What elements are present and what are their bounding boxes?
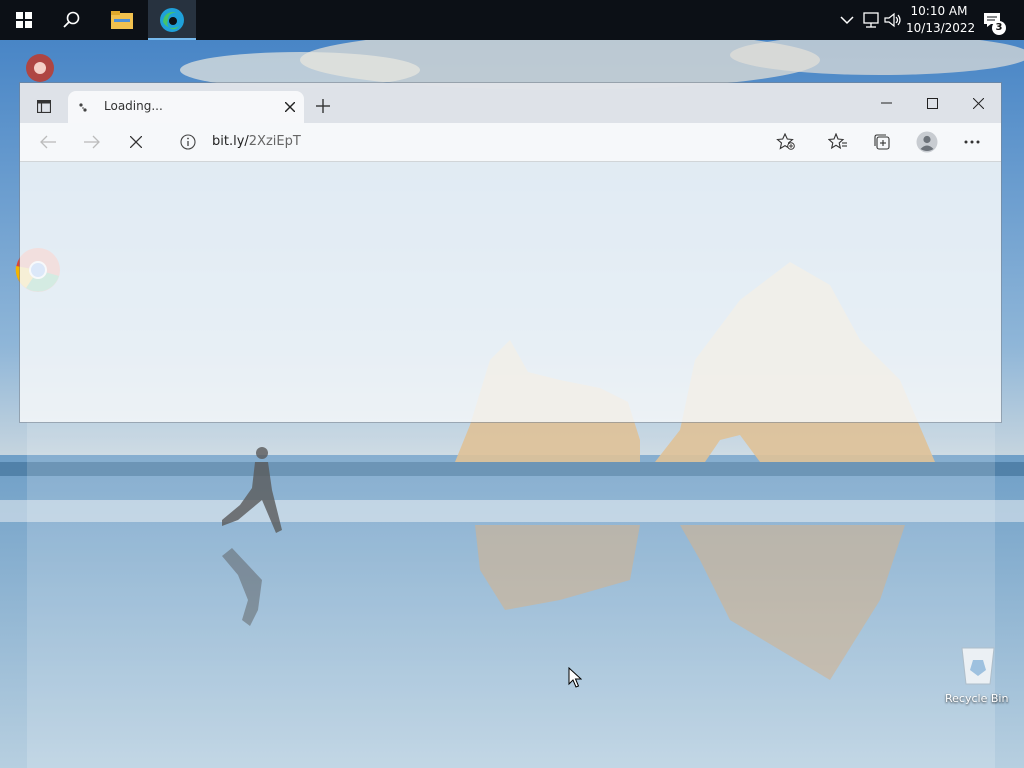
close-icon: [285, 102, 295, 112]
taskbar-clock[interactable]: 10:10 AM 10/13/2022: [906, 3, 976, 37]
stop-loading-button[interactable]: [120, 127, 152, 157]
collections-button[interactable]: [866, 127, 898, 157]
start-button[interactable]: [0, 0, 48, 40]
clock-time: 10:10 AM: [910, 4, 968, 18]
edge-browser-window: Loading... bit.ly/2XziEpT: [20, 83, 1001, 422]
search-icon: [63, 11, 80, 28]
tray-volume[interactable]: [884, 11, 902, 29]
minimize-button[interactable]: [863, 83, 909, 123]
browser-titlebar[interactable]: Loading...: [20, 83, 1001, 123]
search-button[interactable]: [48, 0, 96, 40]
notification-badge: 3: [992, 21, 1006, 35]
favorites-icon: [828, 133, 847, 150]
close-window-button[interactable]: [955, 83, 1001, 123]
edge-taskbar-button[interactable]: [148, 0, 196, 40]
add-favorite-button[interactable]: [770, 127, 802, 157]
file-explorer-icon: [111, 11, 133, 29]
collections-icon: [874, 134, 890, 150]
volume-icon: [884, 12, 901, 28]
forward-button[interactable]: [76, 127, 108, 157]
tray-chevron[interactable]: [838, 11, 856, 29]
maximize-icon: [926, 97, 938, 109]
avatar-icon: [916, 131, 938, 153]
site-info-icon: [180, 134, 196, 150]
gear-icon: [26, 54, 54, 82]
chevron-up-icon: [840, 16, 854, 25]
tab-actions-button[interactable]: [30, 93, 58, 119]
browser-toolbar: bit.ly/2XziEpT: [20, 123, 1001, 162]
address-bar[interactable]: bit.ly/2XziEpT: [166, 127, 806, 157]
clock-date: 10/13/2022: [906, 21, 976, 35]
tab-title: Loading...: [104, 99, 163, 113]
url-text: bit.ly/2XziEpT: [212, 134, 301, 149]
url-host: bit.ly/: [212, 134, 249, 149]
forward-arrow-icon: [84, 135, 100, 149]
settings-more-button[interactable]: [956, 127, 988, 157]
tray-network[interactable]: [862, 11, 880, 29]
minimize-icon: [880, 102, 892, 104]
profile-button[interactable]: [911, 127, 943, 157]
plus-icon: [316, 99, 330, 113]
mouse-cursor-icon: [568, 667, 582, 688]
more-dots-icon: [964, 140, 980, 144]
desktop-icon-app[interactable]: [18, 48, 62, 88]
back-arrow-icon: [40, 135, 56, 149]
url-path: 2XziEpT: [248, 134, 301, 149]
network-icon: [863, 12, 879, 28]
windows-start-icon: [16, 12, 32, 28]
tab-actions-icon: [37, 99, 51, 113]
maximize-button[interactable]: [909, 83, 955, 123]
star-add-icon: [776, 133, 795, 150]
back-button[interactable]: [32, 127, 64, 157]
browser-lower-pane: [27, 422, 995, 768]
close-icon: [972, 97, 984, 109]
loading-spinner-icon: [79, 103, 87, 112]
tab-close-button[interactable]: [276, 95, 304, 119]
file-explorer-button[interactable]: [98, 0, 146, 40]
page-content-area[interactable]: [20, 162, 1001, 422]
favorites-button[interactable]: [822, 127, 854, 157]
stop-icon: [130, 136, 142, 148]
edge-icon: [160, 8, 184, 32]
taskbar: 10:10 AM 10/13/2022 3: [0, 0, 1024, 40]
browser-tab[interactable]: Loading...: [68, 91, 304, 123]
new-tab-button[interactable]: [310, 93, 336, 119]
